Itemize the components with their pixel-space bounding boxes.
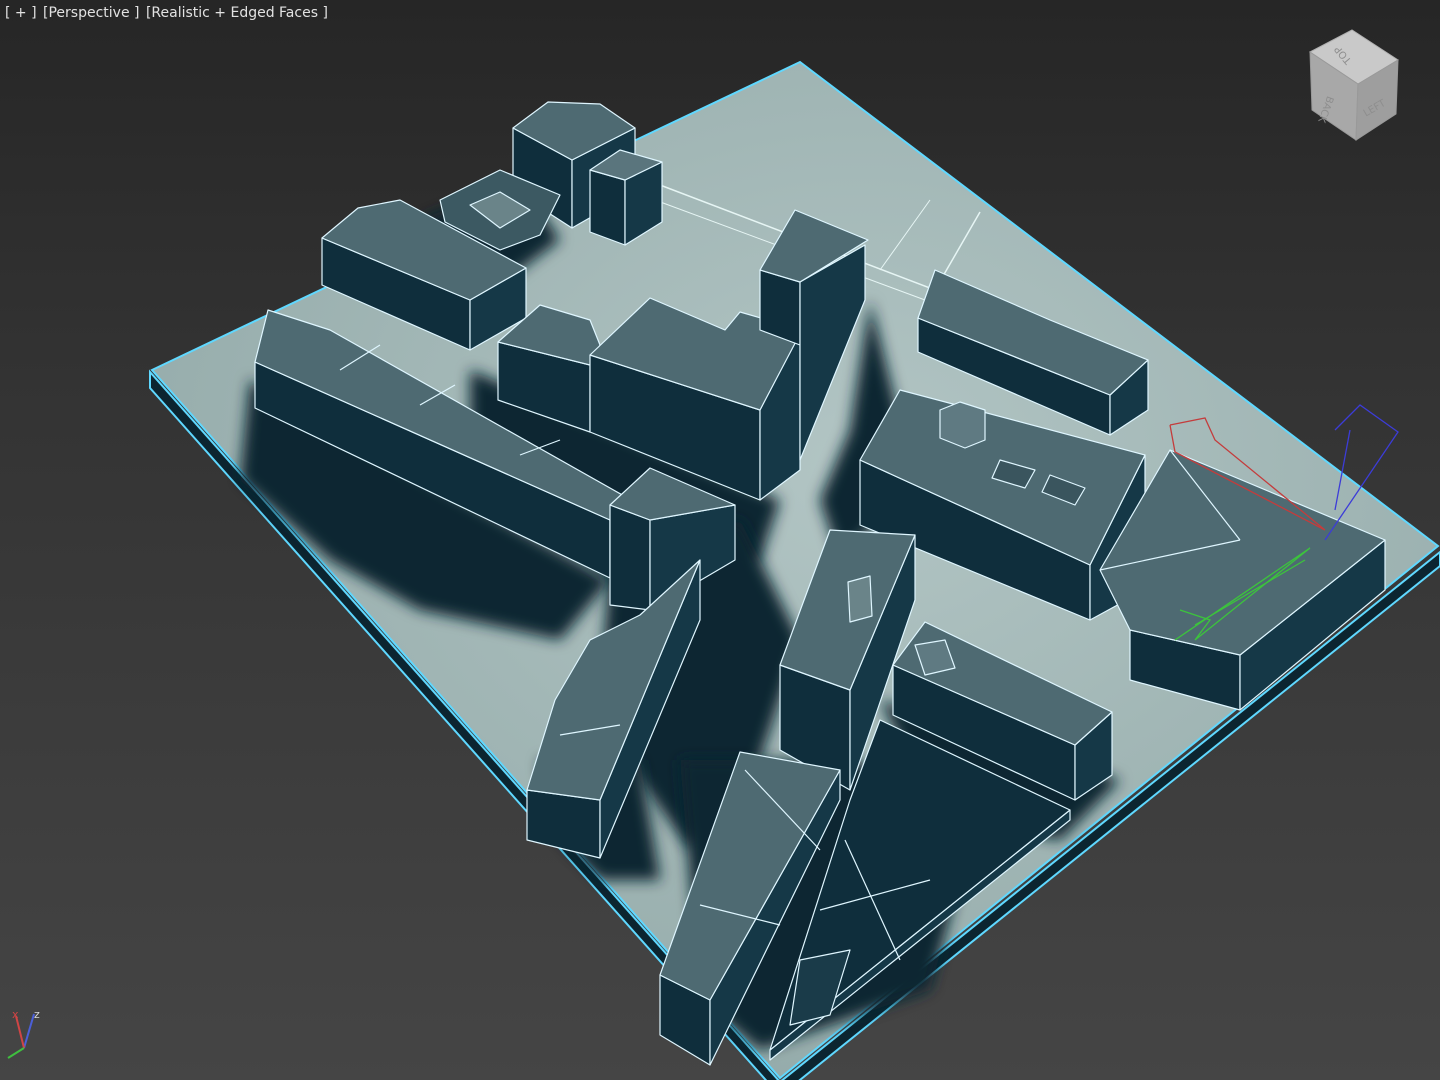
- building-wall: [589, 169, 626, 246]
- building-wall: [526, 789, 601, 859]
- perspective-viewport[interactable]: [ + ] [Perspective ] [Realistic + Edged …: [0, 0, 1440, 1080]
- axis-y-line: [7, 1047, 25, 1059]
- roof-unit: [939, 401, 986, 449]
- roof-unit: [847, 575, 873, 623]
- viewport-label-bar: [ + ] [Perspective ] [Realistic + Edged …: [4, 5, 329, 21]
- building-wall: [609, 504, 651, 611]
- viewport-view-menu[interactable]: [Perspective ]: [42, 5, 140, 21]
- axis-z-line: [23, 1013, 35, 1049]
- city-scene[interactable]: [0, 0, 1440, 1080]
- axis-tripod: z x: [7, 1008, 40, 1059]
- viewcube[interactable]: TOP BACK LEFT: [1302, 22, 1412, 152]
- viewport-shading-menu[interactable]: [Realistic + Edged Faces ]: [145, 5, 329, 21]
- viewport-general-menu[interactable]: [ + ]: [4, 5, 38, 21]
- axis-z-label: z: [34, 1008, 40, 1021]
- axis-x-label: x: [12, 1008, 19, 1021]
